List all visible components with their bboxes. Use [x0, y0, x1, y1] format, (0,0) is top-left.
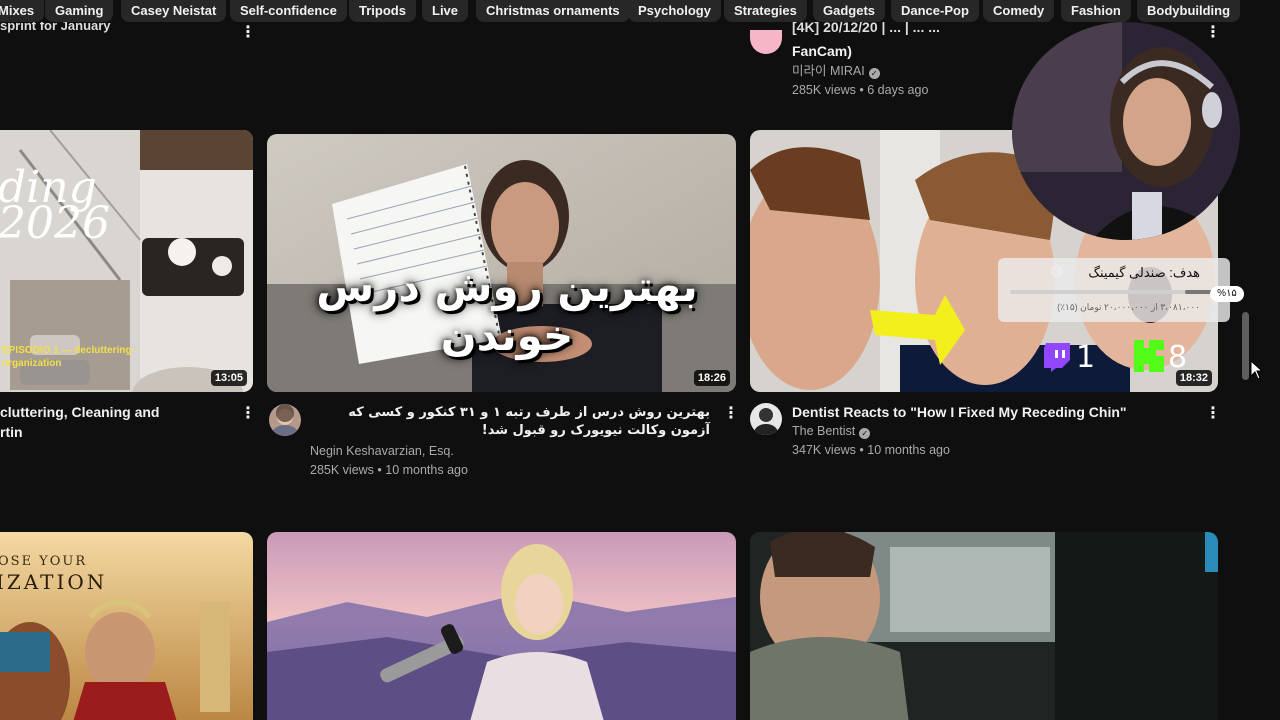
channel-avatar[interactable]: [750, 403, 782, 435]
twitch-icon: [1044, 343, 1070, 372]
chip-psychology[interactable]: Psychology: [628, 0, 721, 22]
kick-viewer-count: 8: [1168, 340, 1188, 375]
thumbnail-image: [750, 532, 1218, 720]
video-thumbnail-interview[interactable]: [267, 532, 736, 720]
chip-fashion[interactable]: Fashion: [1061, 0, 1131, 22]
chip-bodybuilding[interactable]: Bodybuilding: [1137, 0, 1241, 22]
goal-title: هدف: صندلی گیمینگ: [1088, 265, 1200, 280]
video-title[interactable]: Dentist Reacts to "How I Fixed My Recedi…: [792, 402, 1127, 422]
video-title-line2[interactable]: rtin: [0, 422, 23, 442]
thumbnail-image: [267, 532, 736, 720]
mouse-cursor-icon: [1250, 360, 1264, 380]
video-meta: 285K views • 6 days ago: [792, 83, 929, 97]
video-thumbnail-study[interactable]: بهترین روش درس خوندن 18:26: [267, 134, 736, 392]
video-duration: 13:05: [210, 370, 247, 386]
chip-gaming[interactable]: Gaming: [45, 0, 114, 22]
goal-percent-badge: %۱۵: [1210, 286, 1244, 302]
channel-name[interactable]: 미라이 MIRAI ✓: [792, 62, 880, 81]
chip-self-confidence[interactable]: Self-confidence: [230, 0, 347, 22]
channel-name-text[interactable]: The Bentist: [792, 424, 855, 438]
video-meta: 285K views • 10 months ago: [310, 463, 468, 477]
more-options-icon[interactable]: ⋮: [240, 405, 256, 423]
donation-goal-widget: هدف: صندلی گیمینگ 😅 ۳،۰۸۱،۰۰۰ از ۲۰،۰۰۰،…: [998, 258, 1230, 322]
chip-christmas-ornaments[interactable]: Christmas ornaments: [476, 0, 630, 22]
verified-icon: ✓: [868, 68, 880, 79]
more-options-icon[interactable]: ⋮: [240, 24, 256, 42]
channel-avatar[interactable]: [750, 30, 782, 54]
thumbnail-subtitle: EPISODIO 1 — decluttering - organization: [2, 345, 138, 369]
video-thumbnail-civilization[interactable]: OSE YOUR IZATION: [0, 532, 253, 720]
chip-casey-neistat[interactable]: Casey Neistat: [121, 0, 227, 22]
thumbnail-overlay-text: بهترین روش درس خوندن: [316, 262, 698, 360]
webcam-image: [1012, 22, 1240, 240]
verified-icon: ✓: [859, 428, 871, 439]
more-options-icon[interactable]: ⋮: [1205, 405, 1221, 423]
more-options-icon[interactable]: ⋮: [1205, 24, 1221, 42]
scrollbar-thumb[interactable]: [1242, 312, 1249, 380]
channel-name-text[interactable]: 미라이 MIRAI: [792, 64, 865, 78]
partial-video-title[interactable]: sprint for January: [0, 22, 111, 36]
video-thumbnail-office[interactable]: [750, 532, 1218, 720]
channel-name[interactable]: Negin Keshavarzian, Esq.: [310, 442, 454, 461]
thumbnail-overlay-line1: OSE YOUR: [0, 554, 88, 569]
streamer-webcam: [1012, 22, 1240, 240]
twitch-viewer-count: 1: [1076, 340, 1096, 375]
emoji-icon: 😅: [1050, 264, 1064, 279]
chip-mixes[interactable]: Mixes: [0, 0, 45, 22]
goal-amount: ۳،۰۸۱،۰۰۰ از ۲۰،۰۰۰،۰۰۰ تومان (۱۵٪): [1057, 302, 1200, 312]
chip-gadgets[interactable]: Gadgets: [813, 0, 886, 22]
video-title-line2[interactable]: FanCam): [792, 41, 852, 61]
goal-progress-bar: [1010, 290, 1216, 294]
more-options-icon[interactable]: ⋮: [723, 405, 739, 423]
channel-avatar[interactable]: [269, 404, 301, 436]
chip-tripods[interactable]: Tripods: [349, 0, 416, 22]
thumbnail-overlay-text: ding 2026: [0, 162, 110, 249]
video-duration: 18:26: [693, 370, 730, 386]
kick-icon: [1134, 340, 1164, 372]
chip-strategies[interactable]: Strategies: [724, 0, 807, 22]
video-thumbnail-organization[interactable]: ding 2026 EPISODIO 1 — decluttering - or…: [0, 130, 253, 392]
video-meta: 347K views • 10 months ago: [792, 443, 950, 457]
channel-name[interactable]: The Bentist ✓: [792, 422, 871, 441]
chip-dance-pop[interactable]: Dance-Pop: [891, 0, 979, 22]
chip-comedy[interactable]: Comedy: [983, 0, 1055, 22]
chip-live[interactable]: Live: [422, 0, 469, 22]
thumbnail-overlay-line2: IZATION: [0, 570, 108, 594]
chip-bar: Mixes Gaming Casey Neistat Self-confiden…: [0, 0, 1250, 22]
video-title-line1[interactable]: cluttering, Cleaning and: [0, 402, 159, 422]
video-title[interactable]: بهترین روش درس از طرف رتبه ۱ و ۳۱ کنکور …: [310, 404, 710, 440]
